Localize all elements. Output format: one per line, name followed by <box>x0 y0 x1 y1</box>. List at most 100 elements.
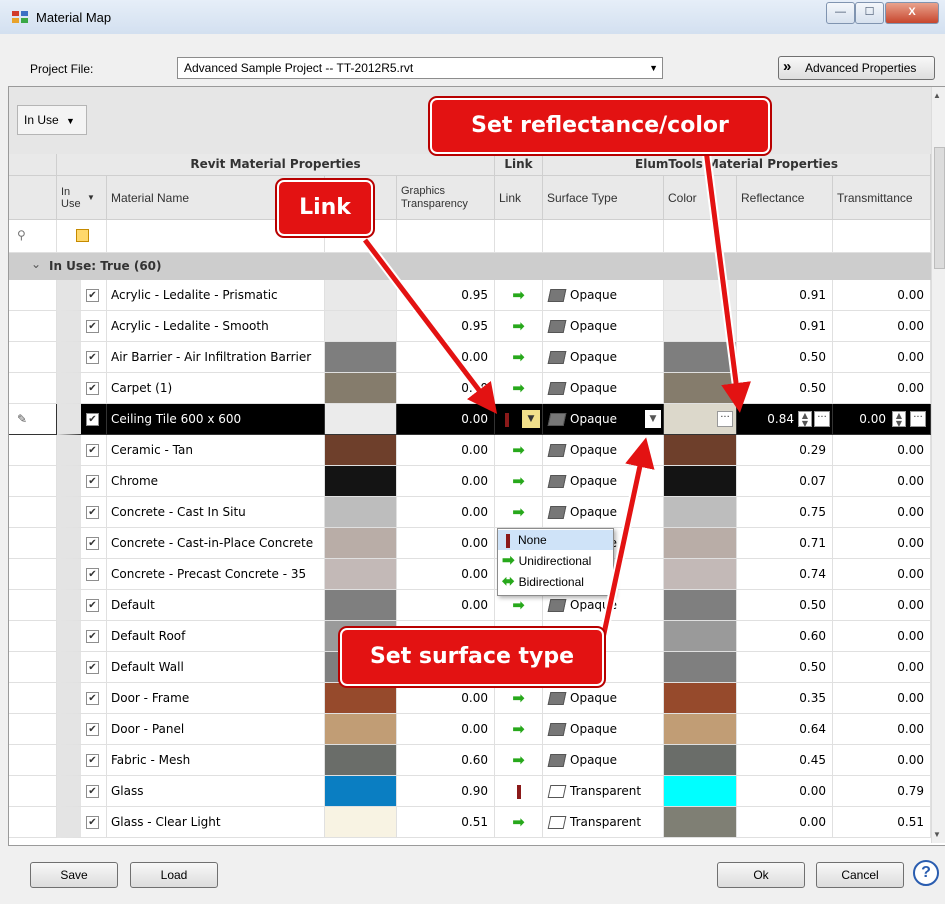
maximize-button[interactable]: ☐ <box>855 2 884 24</box>
row-selector[interactable] <box>9 683 57 714</box>
in-use-checkbox-cell[interactable]: ✔ <box>57 683 107 714</box>
material-name-cell[interactable]: Acrylic - Ledalite - Prismatic <box>107 280 325 311</box>
link-cell[interactable]: ➡ <box>495 497 543 528</box>
in-use-checkbox-cell[interactable]: ✔ <box>57 497 107 528</box>
header-color[interactable]: Color <box>664 176 737 220</box>
surface-type-cell[interactable]: Opaque <box>543 373 664 404</box>
filter-link-cell[interactable] <box>495 220 543 253</box>
material-name-cell[interactable]: Carpet (1) <box>107 373 325 404</box>
material-name-cell[interactable]: Air Barrier - Air Infiltration Barrier <box>107 342 325 373</box>
table-row[interactable]: ✔ Door - Panel 0.00 ➡ Opaque 0.64 0.00 <box>9 714 931 745</box>
filter-transp-cell[interactable] <box>397 220 495 253</box>
link-cell[interactable]: ➡ <box>495 280 543 311</box>
reflectance-cell[interactable]: 0.64 <box>737 714 833 745</box>
transmittance-cell[interactable]: 0.00 <box>833 621 931 652</box>
transmittance-cell[interactable]: 0.00 <box>833 559 931 590</box>
reflectance-cell[interactable]: 0.50 <box>737 652 833 683</box>
link-cell[interactable]: ▼ <box>495 404 543 435</box>
filter-trans-cell[interactable] <box>833 220 931 253</box>
transmittance-cell[interactable]: 0.00 <box>833 497 931 528</box>
help-icon[interactable]: ? <box>913 860 939 886</box>
surface-type-cell[interactable]: Opaque ▼ <box>543 404 664 435</box>
reflectance-cell[interactable]: 0.60 <box>737 621 833 652</box>
surface-dropdown-caret-icon[interactable]: ▼ <box>645 410 661 428</box>
in-use-checkbox-cell[interactable]: ✔ <box>57 652 107 683</box>
surface-type-cell[interactable]: Opaque <box>543 342 664 373</box>
transmittance-cell[interactable]: 0.00 <box>833 652 931 683</box>
transparency-cell[interactable]: 0.00 <box>397 714 495 745</box>
reflectance-cell[interactable]: 0.29 <box>737 435 833 466</box>
row-selector[interactable] <box>9 311 57 342</box>
in-use-checkbox[interactable]: ✔ <box>86 785 99 798</box>
table-row[interactable]: ✔ Glass - Clear Light 0.51 ➡ Transparent 0.00… <box>9 807 931 838</box>
transparency-cell[interactable]: 0.00 <box>397 404 495 435</box>
transparency-cell[interactable]: 0.00 <box>397 373 495 404</box>
surface-type-cell[interactable]: Opaque <box>543 745 664 776</box>
elum-color-swatch[interactable] <box>664 683 737 714</box>
reflectance-cell[interactable]: 0.71 <box>737 528 833 559</box>
link-cell[interactable]: ➡ <box>495 745 543 776</box>
row-selector[interactable] <box>9 497 57 528</box>
surface-type-cell[interactable]: Opaque <box>543 280 664 311</box>
save-button[interactable]: Save <box>30 862 118 888</box>
in-use-checkbox[interactable]: ✔ <box>86 320 99 333</box>
elum-color-swatch[interactable] <box>664 745 737 776</box>
reflectance-spinner-icon[interactable]: ▲ ▼ <box>798 411 812 428</box>
link-cell[interactable]: ➡ <box>495 714 543 745</box>
material-name-cell[interactable]: Concrete - Cast In Situ <box>107 497 325 528</box>
transparency-cell[interactable]: 0.95 <box>397 311 495 342</box>
in-use-checkbox-cell[interactable]: ✔ <box>57 528 107 559</box>
filter-in-use-cell[interactable] <box>57 220 107 253</box>
transmittance-cell[interactable]: 0.00 <box>833 590 931 621</box>
project-file-select[interactable]: Advanced Sample Project -- TT-2012R5.rvt… <box>177 57 663 79</box>
in-use-checkbox[interactable]: ✔ <box>86 816 99 829</box>
surface-type-cell[interactable]: Opaque <box>543 311 664 342</box>
load-button[interactable]: Load <box>130 862 218 888</box>
cancel-button[interactable]: Cancel <box>816 862 904 888</box>
row-selector[interactable] <box>9 776 57 807</box>
transparency-cell[interactable]: 0.60 <box>397 745 495 776</box>
table-row[interactable]: ✔ Default 0.00 ➡ Opaque 0.50 0.00 <box>9 590 931 621</box>
transmittance-cell[interactable]: 0.00 <box>833 373 931 404</box>
surface-type-cell[interactable]: Opaque <box>543 683 664 714</box>
transparency-cell[interactable]: 0.51 <box>397 807 495 838</box>
in-use-checkbox-cell[interactable]: ✔ <box>57 280 107 311</box>
elum-color-swatch[interactable] <box>664 590 737 621</box>
reflectance-cell[interactable]: 0.84 ▲ ▼ ··· <box>737 404 833 435</box>
reflectance-cell[interactable]: 0.00 <box>737 807 833 838</box>
in-use-checkbox[interactable]: ✔ <box>86 506 99 519</box>
table-row[interactable]: ✔ Carpet (1) 0.00 ➡ Opaque 0.50 0.00 <box>9 373 931 404</box>
table-row[interactable]: ✔ Concrete - Cast In Situ 0.00 ➡ Opaque 0.75 0… <box>9 497 931 528</box>
header-link[interactable]: Link <box>495 176 543 220</box>
link-cell[interactable]: ➡ <box>495 683 543 714</box>
reflectance-cell[interactable]: 0.50 <box>737 590 833 621</box>
reflectance-cell[interactable]: 0.35 <box>737 683 833 714</box>
elum-color-swatch[interactable] <box>664 342 737 373</box>
link-option-none[interactable]: None <box>498 530 613 550</box>
in-use-checkbox[interactable]: ✔ <box>86 692 99 705</box>
elum-color-swatch[interactable] <box>664 435 737 466</box>
in-use-checkbox-cell[interactable]: ✔ <box>57 776 107 807</box>
transmittance-cell[interactable]: 0.00 <box>833 466 931 497</box>
transmittance-more-button[interactable]: ··· <box>910 411 926 427</box>
transmittance-cell[interactable]: 0.51 <box>833 807 931 838</box>
link-cell[interactable]: ➡ <box>495 466 543 497</box>
in-use-checkbox-cell[interactable]: ✔ <box>57 745 107 776</box>
header-reflectance[interactable]: Reflectance <box>737 176 833 220</box>
in-use-checkbox-cell[interactable]: ✔ <box>57 590 107 621</box>
row-selector[interactable] <box>9 807 57 838</box>
header-surface-type[interactable]: Surface Type <box>543 176 664 220</box>
elum-color-swatch[interactable] <box>664 528 737 559</box>
header-transmittance[interactable]: Transmittance <box>833 176 931 220</box>
link-cell[interactable] <box>495 776 543 807</box>
surface-type-cell[interactable]: Opaque <box>543 497 664 528</box>
elum-color-swatch[interactable] <box>664 807 737 838</box>
reflectance-more-button[interactable]: ··· <box>814 411 830 427</box>
row-selector[interactable] <box>9 559 57 590</box>
in-use-checkbox[interactable]: ✔ <box>86 630 99 643</box>
row-selector[interactable] <box>9 714 57 745</box>
transparency-cell[interactable]: 0.90 <box>397 776 495 807</box>
row-selector[interactable] <box>9 435 57 466</box>
material-name-cell[interactable]: Acrylic - Ledalite - Smooth <box>107 311 325 342</box>
material-name-cell[interactable]: Default Wall <box>107 652 325 683</box>
